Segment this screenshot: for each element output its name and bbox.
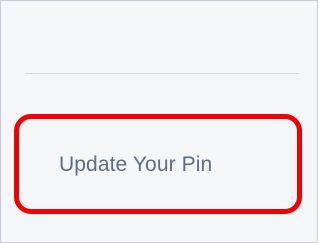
screenshot-canvas: Update Your Pin	[0, 0, 318, 243]
menu-divider	[25, 73, 299, 74]
menu-panel: Update Your Pin	[0, 0, 318, 243]
update-your-pin-link[interactable]: Update Your Pin	[59, 150, 212, 180]
